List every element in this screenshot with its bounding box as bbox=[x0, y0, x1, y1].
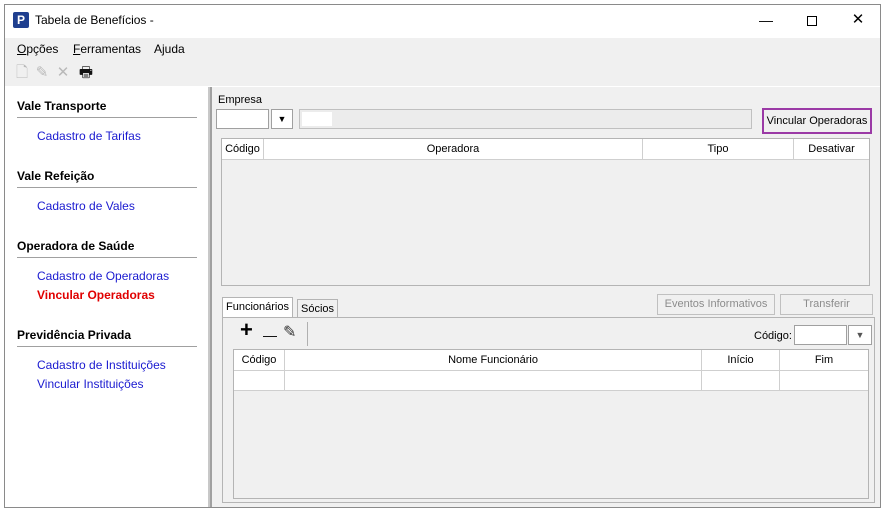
sidebar: Vale Transporte Cadastro de Tarifas Vale… bbox=[5, 87, 208, 507]
remove-icon[interactable]: — bbox=[263, 326, 277, 344]
empresa-label: Empresa bbox=[218, 94, 263, 106]
eventos-informativos-button[interactable]: Eventos Informativos bbox=[657, 294, 775, 315]
empresa-name-value bbox=[302, 112, 332, 126]
tab-funcionarios[interactable]: Funcionários bbox=[222, 297, 293, 318]
table-cell-codigo[interactable] bbox=[234, 371, 285, 390]
sidebar-link-cadastro-operadoras[interactable]: Cadastro de Operadoras bbox=[37, 269, 169, 283]
column-header-nome-funcionario[interactable]: Nome Funcionário bbox=[285, 350, 702, 370]
new-document-icon[interactable]: 🗋 bbox=[13, 64, 31, 82]
close-button[interactable]: ✕ bbox=[835, 5, 880, 36]
menu-bar: Opções Ferramentas Ajuda bbox=[5, 38, 880, 60]
sidebar-link-cadastro-instituicoes[interactable]: Cadastro de Instituições bbox=[37, 358, 166, 372]
toolbar: 🗋 ✎ ✕ 🖶 bbox=[5, 60, 880, 86]
table-row[interactable] bbox=[234, 371, 868, 391]
table-cell-fim[interactable] bbox=[780, 371, 868, 390]
add-icon[interactable]: + bbox=[240, 319, 253, 341]
sidebar-link-cadastro-vales[interactable]: Cadastro de Vales bbox=[37, 199, 135, 213]
table-cell-nome[interactable] bbox=[285, 371, 702, 390]
funcionarios-grid-header: Código Nome Funcionário Início Fim bbox=[234, 350, 868, 371]
sidebar-divider bbox=[17, 187, 197, 188]
sidebar-link-vincular-operadoras[interactable]: Vincular Operadoras bbox=[37, 288, 155, 302]
chevron-down-icon: ▼ bbox=[855, 330, 865, 340]
sidebar-link-cadastro-tarifas[interactable]: Cadastro de Tarifas bbox=[37, 129, 141, 143]
sidebar-link-vincular-instituicoes[interactable]: Vincular Instituições bbox=[37, 377, 144, 391]
menu-opcoes-rest: pções bbox=[26, 42, 59, 56]
codigo-dropdown-button[interactable]: ▼ bbox=[848, 325, 872, 345]
funcionarios-grid[interactable]: Código Nome Funcionário Início Fim bbox=[233, 349, 869, 499]
title-bar: P Tabela de Benefícios - — ✕ bbox=[5, 5, 880, 36]
edit-icon[interactable]: ✎ bbox=[283, 324, 296, 342]
funcionarios-tab-panel: + — ✎ Código: ▼ Código Nome Funcionário … bbox=[222, 317, 875, 503]
column-header-tipo[interactable]: Tipo bbox=[643, 139, 794, 159]
delete-x-icon[interactable]: ✕ bbox=[54, 64, 72, 82]
tab-socios[interactable]: Sócios bbox=[297, 299, 339, 319]
app-logo-icon: P bbox=[13, 12, 29, 28]
toolbar-separator bbox=[307, 322, 308, 346]
maximize-icon bbox=[807, 16, 817, 27]
column-header-operadora[interactable]: Operadora bbox=[264, 139, 643, 159]
minimize-button[interactable]: — bbox=[743, 5, 789, 36]
maximize-button[interactable] bbox=[789, 5, 835, 36]
codigo-filter-input[interactable] bbox=[794, 325, 847, 345]
vincular-operadoras-button[interactable]: Vincular Operadoras bbox=[762, 108, 872, 134]
app-window: P Tabela de Benefícios - — ✕ Opções Ferr… bbox=[4, 4, 881, 508]
table-cell-inicio[interactable] bbox=[702, 371, 780, 390]
column-header-codigo[interactable]: Código bbox=[234, 350, 285, 370]
column-header-codigo[interactable]: Código bbox=[222, 139, 264, 159]
sidebar-divider bbox=[17, 346, 197, 347]
empresa-code-input[interactable] bbox=[216, 109, 269, 129]
empresa-dropdown-button[interactable]: ▼ bbox=[271, 109, 293, 129]
column-header-fim[interactable]: Fim bbox=[780, 350, 868, 370]
transferir-button[interactable]: Transferir bbox=[780, 294, 873, 315]
window-title: Tabela de Benefícios - bbox=[35, 13, 154, 27]
sidebar-section-operadora-saude: Operadora de Saúde bbox=[17, 239, 135, 253]
sidebar-section-previdencia-privada: Previdência Privada bbox=[17, 328, 132, 342]
column-header-desativar[interactable]: Desativar bbox=[794, 139, 869, 159]
menu-ajuda-label: Ajuda bbox=[154, 42, 185, 56]
sidebar-section-vale-transporte: Vale Transporte bbox=[17, 99, 107, 113]
menu-ajuda[interactable]: Ajuda bbox=[154, 42, 185, 56]
sidebar-divider bbox=[17, 117, 197, 118]
menu-ferramentas-rest: erramentas bbox=[80, 42, 142, 56]
print-icon[interactable]: 🖶 bbox=[77, 64, 95, 82]
codigo-filter-label: Código: bbox=[754, 330, 792, 342]
menu-opcoes[interactable]: Opções bbox=[17, 42, 58, 56]
column-header-inicio[interactable]: Início bbox=[702, 350, 780, 370]
menu-opcoes-accel: O bbox=[17, 42, 27, 56]
menu-ferramentas[interactable]: Ferramentas bbox=[73, 42, 141, 56]
sidebar-section-vale-refeicao: Vale Refeição bbox=[17, 169, 95, 183]
empresa-name-field bbox=[299, 109, 752, 129]
main-panel: Empresa ▼ Vincular Operadoras Código Ope… bbox=[210, 87, 880, 507]
operadoras-grid[interactable]: Código Operadora Tipo Desativar bbox=[221, 138, 870, 286]
operadoras-grid-header: Código Operadora Tipo Desativar bbox=[222, 139, 869, 160]
edit-pencil-icon[interactable]: ✎ bbox=[33, 64, 51, 82]
chevron-down-icon: ▼ bbox=[277, 114, 287, 124]
sidebar-divider bbox=[17, 257, 197, 258]
